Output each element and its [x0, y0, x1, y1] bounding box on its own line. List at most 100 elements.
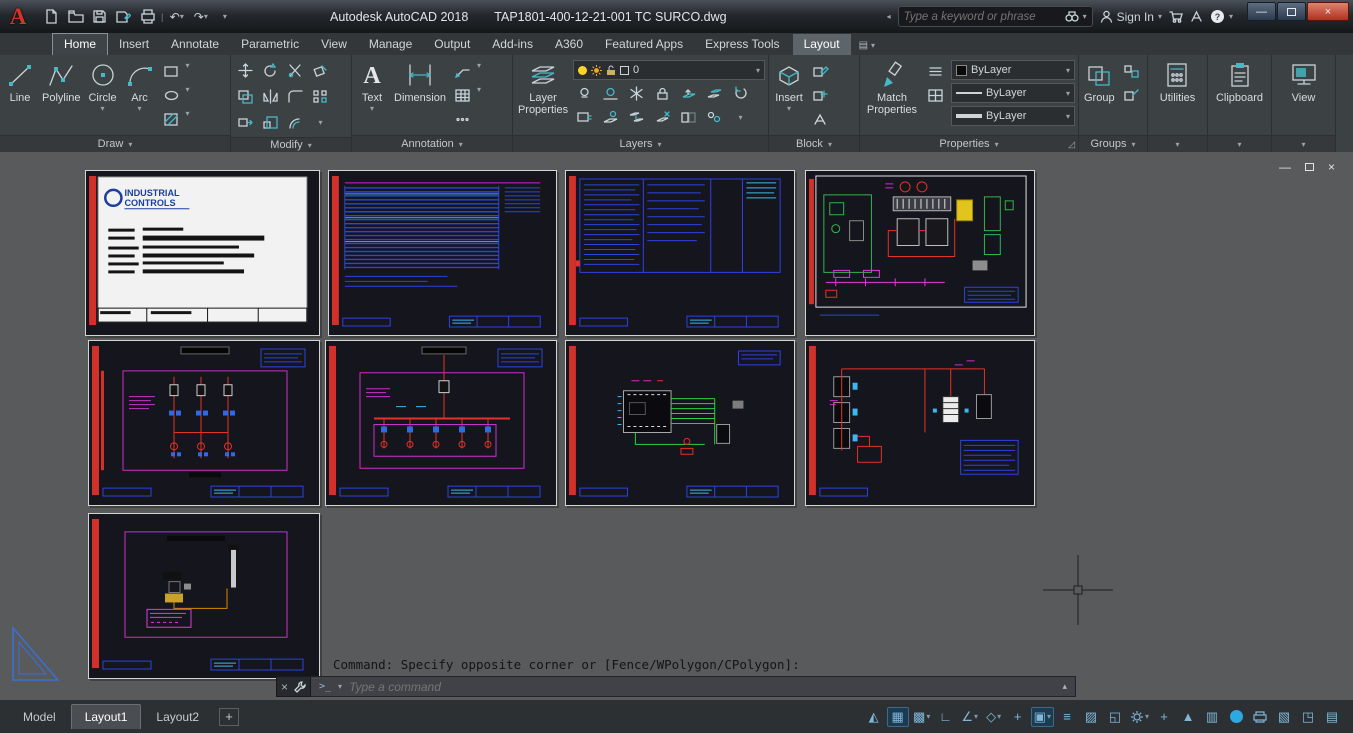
panel-footer-clipboard[interactable]: ▾	[1208, 135, 1271, 152]
command-input[interactable]	[349, 679, 1056, 694]
minimize-button[interactable]: —	[1247, 2, 1276, 21]
object-color-combo[interactable]: ByLayer ▾	[951, 60, 1075, 80]
plot-button[interactable]	[136, 6, 159, 28]
undo-button[interactable]: ↶ ▾	[165, 6, 188, 28]
doc-close-icon[interactable]: ×	[1328, 160, 1335, 174]
layout-viewport-5-power-schematic-sheet[interactable]	[88, 340, 320, 506]
object-snap-button[interactable]: ▣ ▾	[1030, 706, 1054, 727]
clipboard-button[interactable]: Clipboard	[1214, 57, 1265, 135]
polyline-button[interactable]: Polyline	[40, 57, 83, 135]
tab-layout1[interactable]: Layout1	[70, 704, 142, 729]
search-dropdown-icon[interactable]: ▾	[1083, 12, 1087, 21]
isolate-objects-button[interactable]: ▧	[1273, 707, 1295, 727]
tab-annotate[interactable]: Annotate	[160, 34, 230, 55]
annotation-more-button[interactable]	[451, 109, 474, 130]
stretch-button[interactable]	[234, 112, 257, 133]
search-input[interactable]	[903, 10, 1061, 23]
arc-flyout-icon[interactable]: ▾	[138, 105, 142, 113]
layout-viewport-1-title-sheet[interactable]: INDUSTRIAL CONTROLS	[85, 170, 320, 336]
layout-viewport-7-plc-wiring-sheet[interactable]	[565, 340, 795, 506]
layer-freeze-button[interactable]	[625, 83, 648, 104]
app-store-button[interactable]	[1169, 10, 1183, 23]
ungroup-button[interactable]	[1120, 61, 1143, 82]
ortho-mode-button[interactable]: ∟	[935, 707, 957, 727]
application-menu-button[interactable]: A	[0, 0, 36, 33]
plot-status-button[interactable]	[1249, 707, 1271, 727]
linetype-combo[interactable]: ByLayer ▾	[951, 83, 1075, 103]
workspace-dropdown-icon[interactable]: ▾	[1145, 712, 1149, 721]
layout-viewport-3-schedule-sheet[interactable]	[565, 170, 795, 336]
layer-match-button[interactable]	[703, 83, 726, 104]
new-layout-button[interactable]: +	[219, 707, 240, 726]
lineweight-combo[interactable]: ByLayer ▾	[951, 106, 1075, 126]
doc-restore-icon[interactable]	[1304, 163, 1314, 171]
offset-button[interactable]	[284, 112, 307, 133]
layer-state-button[interactable]	[573, 107, 596, 128]
transparency-toggle-button[interactable]: ▨	[1080, 707, 1102, 727]
panel-footer-groups[interactable]: Groups ▾	[1079, 135, 1147, 152]
layer-properties-button[interactable]: Layer Properties	[516, 57, 570, 135]
panel-footer-modify[interactable]: Modify ▾	[231, 137, 351, 152]
close-button[interactable]: ×	[1307, 2, 1349, 21]
table-button[interactable]	[451, 85, 474, 106]
tab-express-tools[interactable]: Express Tools	[694, 34, 790, 55]
command-input-bar[interactable]: >_ ▾ ▴	[311, 676, 1076, 697]
move-button[interactable]	[234, 60, 257, 81]
arc-button[interactable]: Arc ▾	[123, 57, 157, 135]
command-close-icon[interactable]: ×	[281, 680, 288, 694]
tab-output[interactable]: Output	[423, 34, 481, 55]
hatch-flyout-icon[interactable]: ▾	[186, 109, 190, 130]
create-block-button[interactable]	[809, 85, 832, 106]
osnap-tracking-button[interactable]: +	[1007, 707, 1029, 727]
snap-dropdown-icon[interactable]: ▾	[926, 712, 930, 721]
leader-flyout-icon[interactable]: ▾	[477, 61, 481, 82]
osnap-dropdown-icon[interactable]: ▾	[1047, 712, 1051, 721]
table-flyout-icon[interactable]: ▾	[477, 85, 481, 106]
text-flyout-icon[interactable]: ▾	[370, 105, 374, 113]
model-paper-toggle-button[interactable]: ◭	[863, 707, 885, 727]
command-customize-wrench-icon[interactable]	[294, 680, 306, 693]
insert-flyout-icon[interactable]: ▾	[787, 105, 791, 113]
tab-layout[interactable]: Layout	[792, 34, 851, 55]
layer-lock-button[interactable]	[651, 83, 674, 104]
trim-button[interactable]	[284, 60, 307, 81]
tab-layout2[interactable]: Layout2	[143, 705, 212, 729]
isodraft-dropdown-icon[interactable]: ▾	[997, 712, 1001, 721]
layout-viewport-9-detail-sheet[interactable]	[88, 513, 320, 679]
view-button[interactable]: View	[1287, 57, 1321, 135]
annotation-scale-button[interactable]: +	[1153, 707, 1175, 727]
lineweight-toggle-button[interactable]: ≡	[1056, 707, 1078, 727]
panel-footer-draw[interactable]: Draw ▾	[0, 135, 230, 152]
hatch-button[interactable]	[160, 109, 183, 130]
doc-minimize-icon[interactable]: —	[1279, 160, 1291, 174]
panel-footer-annotation[interactable]: Annotation ▾	[352, 135, 512, 152]
dimension-button[interactable]: Dimension	[392, 57, 448, 135]
rectangle-button[interactable]	[160, 61, 183, 82]
match-properties-button[interactable]: Match Properties	[863, 57, 921, 135]
layer-walk-button[interactable]	[599, 107, 622, 128]
group-edit-button[interactable]	[1120, 85, 1143, 106]
rectangle-flyout-icon[interactable]: ▾	[186, 61, 190, 82]
leader-button[interactable]	[451, 61, 474, 82]
tab-featured-apps[interactable]: Featured Apps	[594, 34, 694, 55]
properties-dialog-launcher-icon[interactable]: ◿	[1068, 139, 1075, 150]
line-button[interactable]: Line	[3, 57, 37, 135]
modify-more-button[interactable]: ▾	[309, 112, 332, 133]
fillet-button[interactable]	[284, 86, 307, 107]
ribbon-display-toggle[interactable]: ▤ ▾	[859, 40, 875, 55]
make-current-button[interactable]	[677, 83, 700, 104]
tab-manage[interactable]: Manage	[358, 34, 423, 55]
tab-add-ins[interactable]: Add-ins	[481, 34, 544, 55]
grid-display-button[interactable]: ▦	[886, 706, 909, 727]
snap-mode-button[interactable]: ▩ ▾	[911, 707, 933, 727]
new-file-button[interactable]	[40, 6, 63, 28]
properties-list-button[interactable]	[924, 61, 947, 82]
qat-customize-button[interactable]: ▾	[213, 6, 236, 28]
quick-properties-button[interactable]: ▥	[1201, 707, 1223, 727]
panel-footer-view[interactable]: ▾	[1272, 135, 1335, 152]
drawing-canvas[interactable]: — × INDUSTRIAL CONTROLS Command: Specify…	[0, 152, 1353, 700]
polar-tracking-button[interactable]: ∠ ▾	[959, 707, 981, 727]
panel-footer-layers[interactable]: Layers ▾	[513, 135, 768, 152]
text-button[interactable]: A Text ▾	[355, 57, 389, 135]
block-attributes-button[interactable]	[809, 109, 832, 130]
